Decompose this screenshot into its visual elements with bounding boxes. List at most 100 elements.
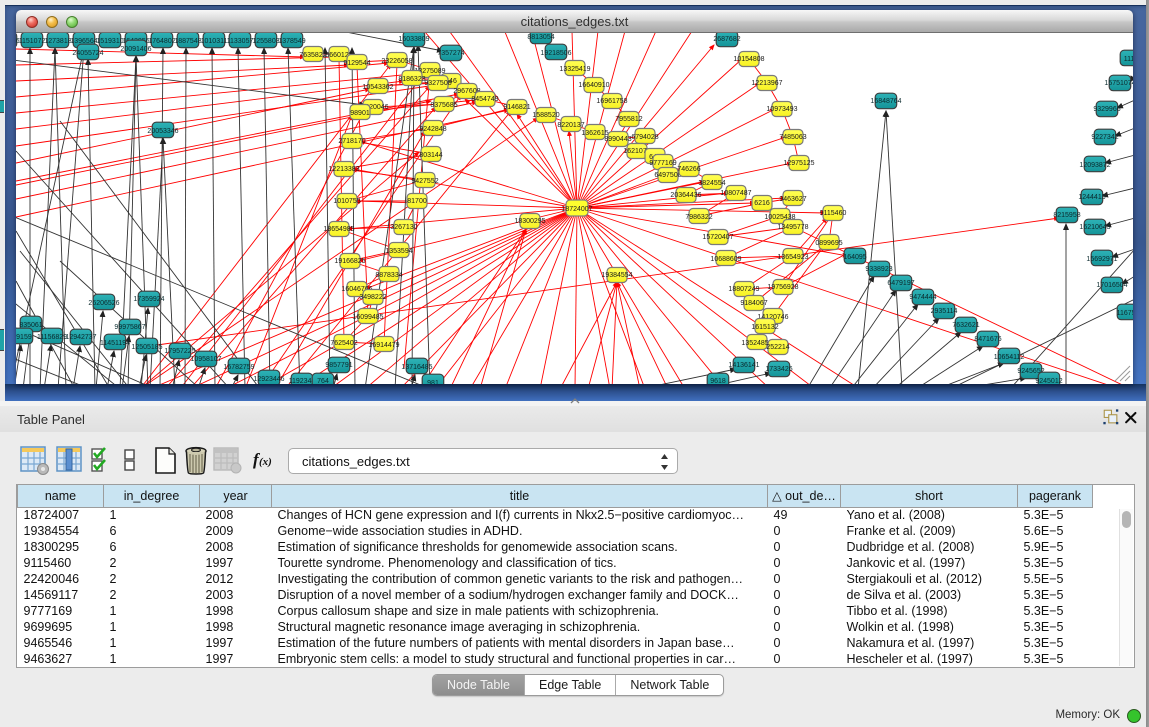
svg-text:3267130: 3267130 (390, 224, 417, 231)
svg-text:20053346: 20053346 (147, 128, 178, 135)
svg-text:7955812: 7955812 (615, 116, 642, 123)
svg-text:1255803: 1255803 (252, 38, 279, 45)
svg-text:17016504: 17016504 (1096, 282, 1127, 289)
svg-text:19756928: 19756928 (767, 284, 798, 291)
svg-text:3824554: 3824554 (698, 180, 725, 187)
svg-text:1010755: 1010755 (333, 198, 360, 205)
svg-text:8471676: 8471676 (974, 336, 1001, 343)
svg-text:10688609: 10688609 (710, 256, 741, 263)
svg-text:15692971: 15692971 (1086, 256, 1117, 263)
svg-text:16914479: 16914479 (368, 342, 399, 349)
svg-text:2935114: 2935114 (931, 308, 958, 315)
svg-text:16099485: 16099485 (352, 314, 383, 321)
svg-text:8878334: 8878334 (375, 272, 402, 279)
svg-text:23226058: 23226058 (381, 58, 412, 65)
svg-text:9245012: 9245012 (1035, 378, 1062, 384)
svg-text:7986322: 7986322 (685, 214, 712, 221)
svg-text:13325419: 13325419 (559, 66, 590, 73)
svg-text:12213383: 12213383 (328, 166, 359, 173)
svg-text:24055724: 24055724 (72, 50, 103, 57)
svg-text:0899695: 0899695 (815, 240, 842, 247)
svg-text:1378549: 1378549 (278, 38, 305, 45)
svg-text:19166825: 19166825 (334, 258, 365, 265)
svg-text:1133057: 1133057 (227, 38, 254, 45)
svg-text:746266: 746266 (677, 166, 700, 173)
svg-text:98901: 98901 (350, 110, 370, 117)
svg-text:16210643: 16210643 (1079, 224, 1110, 231)
svg-text:9227342: 9227342 (1091, 134, 1118, 141)
svg-text:8375685: 8375685 (430, 102, 457, 109)
svg-text:12975125: 12975125 (783, 160, 814, 167)
svg-text:9329966: 9329966 (1093, 106, 1120, 113)
svg-text:7357274: 7357274 (437, 50, 464, 57)
svg-text:8990443: 8990443 (604, 136, 631, 143)
svg-text:12923446: 12923446 (253, 376, 284, 383)
svg-text:164095: 164095 (843, 254, 866, 261)
svg-text:7485063: 7485063 (779, 134, 806, 141)
svg-text:8220137: 8220137 (557, 122, 584, 129)
svg-text:12942737: 12942737 (65, 334, 96, 341)
svg-text:1733426: 1733426 (765, 366, 792, 373)
svg-text:1588520: 1588520 (532, 112, 559, 119)
svg-text:81700: 81700 (407, 198, 427, 205)
svg-text:981: 981 (427, 380, 439, 384)
svg-text:99975867: 99975867 (114, 324, 145, 331)
svg-text:26206526: 26206526 (88, 300, 119, 307)
svg-text:10154808: 10154808 (733, 56, 764, 63)
svg-text:1010311: 1010311 (201, 38, 228, 45)
svg-text:7625402: 7625402 (330, 340, 357, 347)
svg-text:10973493: 10973493 (766, 106, 797, 113)
svg-text:7632621: 7632621 (952, 322, 979, 329)
svg-text:6479197: 6479197 (887, 280, 914, 287)
svg-text:9463627: 9463627 (779, 196, 806, 203)
svg-text:16640910: 16640910 (578, 82, 609, 89)
svg-text:18300295: 18300295 (514, 218, 545, 225)
svg-text:15751074: 15751074 (1104, 80, 1133, 87)
svg-text:1764802: 1764802 (148, 38, 175, 45)
svg-text:10543362: 10543362 (362, 84, 393, 91)
svg-text:8215958: 8215958 (1053, 212, 1080, 219)
svg-text:9242848: 9242848 (419, 126, 446, 133)
svg-text:20091406: 20091406 (120, 46, 151, 53)
svg-text:19218506: 19218506 (540, 50, 571, 57)
svg-text:13654923: 13654923 (777, 254, 808, 261)
svg-text:252214: 252214 (766, 344, 789, 351)
svg-text:14136141: 14136141 (728, 362, 759, 369)
svg-text:18654985: 18654985 (323, 226, 354, 233)
svg-text:13495778: 13495778 (777, 224, 808, 231)
svg-text:1192344: 1192344 (289, 378, 316, 384)
svg-text:1615132: 1615132 (751, 324, 778, 331)
svg-text:18807249: 18807249 (728, 286, 759, 293)
svg-text:12213967: 12213967 (751, 80, 782, 87)
svg-text:9338923: 9338923 (865, 266, 892, 273)
svg-text:9777169: 9777169 (649, 160, 676, 167)
svg-text:16961758: 16961758 (596, 98, 627, 105)
svg-text:3498222: 3498222 (359, 294, 386, 301)
svg-text:1117: 1117 (1124, 56, 1133, 63)
svg-text:16848764: 16848764 (870, 98, 901, 105)
svg-text:11451194: 11451194 (100, 340, 130, 347)
svg-text:12505185: 12505185 (131, 344, 162, 351)
svg-text:8186323: 8186323 (398, 76, 425, 83)
svg-text:9474444: 9474444 (909, 294, 936, 301)
svg-text:1353594: 1353594 (385, 248, 412, 255)
svg-text:20364436: 20364436 (670, 192, 701, 199)
svg-text:7635822: 7635822 (299, 52, 326, 59)
svg-text:10807487: 10807487 (720, 190, 751, 197)
svg-text:1887548: 1887548 (174, 38, 201, 45)
svg-text:9618: 9618 (710, 378, 726, 384)
svg-text:19384554: 19384554 (601, 272, 632, 279)
svg-text:10958107: 10958107 (190, 356, 221, 363)
svg-text:17957225: 17957225 (164, 348, 195, 355)
svg-text:16033809: 16033809 (398, 36, 429, 43)
svg-text:17359924: 17359924 (133, 296, 164, 303)
svg-text:1519310: 1519310 (96, 38, 123, 45)
svg-text:9857791: 9857791 (325, 362, 352, 369)
svg-text:1244415: 1244415 (1078, 194, 1105, 201)
svg-text:11156829: 11156829 (37, 334, 67, 341)
svg-text:2687682: 2687682 (713, 36, 740, 43)
svg-text:9115460: 9115460 (820, 210, 847, 217)
svg-text:16782759: 16782759 (223, 364, 254, 371)
svg-text:1151072: 1151072 (19, 38, 46, 45)
svg-text:39159: 39159 (16, 334, 32, 341)
